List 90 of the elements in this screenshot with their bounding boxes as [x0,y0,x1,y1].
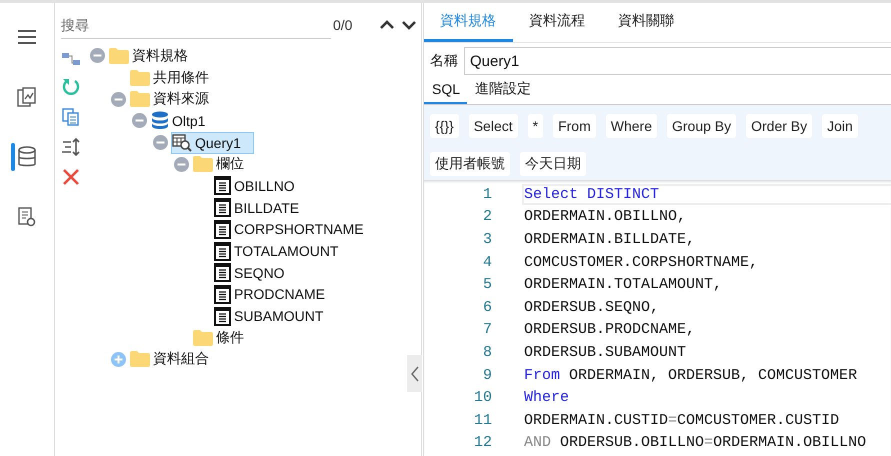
tree-item[interactable]: PRODCNAME [213,284,328,304]
tree-item[interactable]: Oltp1 [150,110,208,131]
tree-item[interactable]: BILLDATE [213,198,302,218]
line-number: 6 [482,298,492,316]
tree-item[interactable]: Query1 [171,132,254,154]
line-number: 4 [482,254,492,271]
menu-icon[interactable] [18,30,36,44]
collapse-toggle-icon[interactable] [90,48,105,64]
collapse-toggle-icon[interactable] [111,92,126,107]
snippet-button[interactable]: From [553,114,596,138]
folder-icon [130,351,150,368]
snippet-button[interactable]: * [528,114,544,138]
collapse-toggle-icon[interactable] [174,156,189,172]
collapse-toggle-icon[interactable] [132,113,147,128]
line-number: 9 [482,366,492,384]
tree-item[interactable]: 條件 [192,328,247,348]
tree-item[interactable]: 資料組合 [129,349,212,370]
tree-item[interactable]: CORPSHORTNAME [213,219,367,240]
code-line: ORDERMAIN.BILLDATE, [524,230,696,248]
code-line: ORDERMAIN.TOTALAMOUNT, [524,276,722,294]
folder-icon [130,70,150,86]
table-search-icon [172,134,192,152]
tree-item[interactable]: SEQNO [213,262,288,283]
folder-icon [193,330,213,346]
tree-item[interactable]: 共用條件 [129,68,212,88]
tree-item[interactable]: OBILLNO [213,176,298,196]
search-field[interactable]: 搜尋 [61,12,331,38]
collapse-handle[interactable] [407,355,422,392]
code-line: ORDERSUB.SEQNO, [524,298,660,316]
code-line: Select DISTINCT [524,186,891,203]
tab[interactable]: 進階設定 [467,76,538,104]
field-icon [214,220,231,239]
code-line: ORDERSUB.SUBAMOUNT [524,344,686,361]
diagram-icon[interactable] [61,52,81,66]
collapse-toggle-icon[interactable] [153,135,168,150]
chart-document-icon[interactable] [17,87,37,107]
code-line: ORDERMAIN.OBILLNO, [524,208,686,226]
snippet-button[interactable]: Order By [746,114,812,138]
snippet-button[interactable]: 使用者帳號 [430,152,510,176]
line-number: 10 [472,389,492,406]
copy-icon[interactable] [62,108,80,126]
folder-icon [109,48,129,64]
snippet-button[interactable]: 今天日期 [520,152,586,176]
tab[interactable]: 資料關聯 [602,3,691,42]
snippet-button[interactable]: Join [822,114,858,138]
field-label: 名稱 [430,52,458,70]
field-icon [214,306,231,326]
folder-icon [193,156,213,172]
line-number: 8 [482,344,492,361]
tree-item[interactable]: 資料規格 [108,46,191,66]
code-line: ORDERMAIN.CUSTID=COMCUSTOMER.CUSTID [524,412,840,429]
line-number: 12 [472,434,492,452]
database-icon [151,110,169,131]
field-icon [214,198,231,218]
line-number: 7 [482,321,492,338]
code-line: COMCUSTOMER.CORPSHORTNAME, [524,254,758,271]
tree-item[interactable]: SUBAMOUNT [213,306,326,326]
field-icon [214,263,231,282]
line-number: 1 [482,186,492,203]
folder-icon [130,91,150,108]
code-line: ORDERSUB.PRODCNAME, [524,321,696,338]
snippet-button[interactable]: Select [468,114,518,138]
chevron-down-icon[interactable] [401,20,417,30]
settings-document-icon[interactable] [18,207,36,227]
line-number: 11 [472,412,492,429]
database-icon[interactable] [18,146,36,168]
code-line: Where [524,389,570,406]
field-icon [214,284,231,304]
tree-item[interactable]: TOTALAMOUNT [213,241,342,262]
sort-icon[interactable] [61,137,81,157]
line-number: 2 [482,208,492,226]
tree-item[interactable]: 資料來源 [129,89,212,110]
snippet-button[interactable]: {{}} [430,114,459,138]
chevron-up-icon[interactable] [379,20,395,30]
line-number: 5 [482,276,492,294]
match-count: 0/0 [333,17,354,33]
code-line: From ORDERMAIN, ORDERSUB, COMCUSTOMER [524,366,858,384]
name-field[interactable]: Query1 [464,47,891,75]
expand-toggle-icon[interactable] [111,352,126,367]
tab[interactable]: 資料規格 [424,3,513,42]
code-line: AND ORDERSUB.OBILLNO=ORDERMAIN.OBILLNO [524,434,866,452]
field-icon [214,176,231,196]
delete-icon[interactable] [62,168,80,186]
line-number: 3 [482,230,492,248]
tab[interactable]: 資料流程 [513,3,602,42]
field-icon [214,242,231,261]
snippet-button[interactable]: Where [606,114,657,138]
tree-item[interactable]: 欄位 [192,154,247,174]
snippet-button[interactable]: Group By [666,114,736,138]
chevron-left-icon[interactable] [410,366,418,382]
